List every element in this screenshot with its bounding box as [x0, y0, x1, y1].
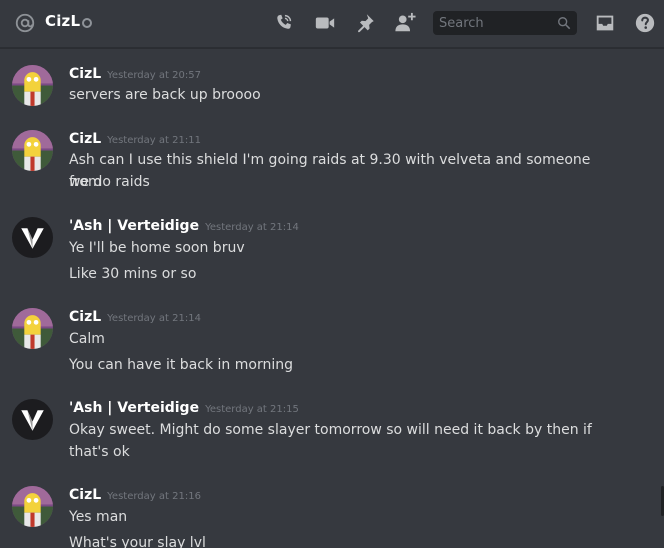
message-author[interactable]: 'Ash | Verteidige Yesterday at 21:14: [69, 218, 299, 234]
message-timestamp: Yesterday at 21:16: [107, 491, 201, 502]
message-author[interactable]: CizL Yesterday at 21:11: [69, 131, 201, 147]
message-timestamp: Yesterday at 20:57: [107, 70, 201, 81]
message-text: You can have it back in morning: [69, 357, 293, 373]
message-author[interactable]: CizL Yesterday at 21:16: [69, 487, 201, 503]
message-author[interactable]: CizL Yesterday at 20:57: [69, 66, 201, 82]
user-avatar-cizl[interactable]: [12, 130, 53, 171]
message-timestamp: Yesterday at 21:11: [107, 135, 201, 146]
message-text: Like 30 mins or so: [69, 266, 197, 282]
user-avatar-cizl[interactable]: [12, 65, 53, 106]
message-text: Yes man: [69, 509, 128, 525]
message-timestamp: Yesterday at 21:15: [205, 404, 299, 415]
message-text: Calm: [69, 331, 105, 347]
at-sign-icon: [15, 13, 35, 33]
user-avatar-cizl[interactable]: [12, 308, 53, 349]
message-group: CizL Yesterday at 21:11 Ash can I use thi…: [0, 130, 640, 196]
message-author[interactable]: 'Ash | Verteidige Yesterday at 21:15: [69, 400, 299, 416]
search-box[interactable]: [433, 11, 577, 35]
message-text: What's your slay lvl: [69, 535, 206, 548]
add-friends-to-dm-icon[interactable]: [394, 12, 416, 34]
message-timestamp: Yesterday at 21:14: [107, 313, 201, 324]
channel-name: CizL: [45, 12, 81, 30]
inbox-icon[interactable]: [594, 12, 616, 34]
message-author[interactable]: CizL Yesterday at 21:14: [69, 309, 201, 325]
user-avatar-cizl[interactable]: [12, 486, 53, 527]
message-list[interactable]: CizL Yesterday at 20:57 servers are back …: [0, 48, 664, 548]
message-group: CizL Yesterday at 21:14 Calm You can have…: [0, 308, 640, 374]
start-video-call-icon[interactable]: [314, 12, 336, 34]
message-text: we do raids: [69, 174, 150, 190]
help-icon[interactable]: [634, 12, 656, 34]
offline-status-icon: [82, 18, 92, 28]
message-text: that's ok: [69, 444, 130, 460]
pinned-messages-icon[interactable]: [354, 12, 376, 34]
message-group: CizL Yesterday at 20:57 servers are back …: [0, 65, 640, 115]
message-timestamp: Yesterday at 21:14: [205, 222, 299, 233]
user-avatar-ash[interactable]: [12, 399, 53, 440]
user-avatar-ash[interactable]: [12, 217, 53, 258]
search-input[interactable]: [433, 11, 553, 35]
message-group: 'Ash | Verteidige Yesterday at 21:14 Ye I…: [0, 217, 640, 283]
message-text: Okay sweet. Might do some slayer tomorro…: [69, 422, 592, 438]
message-text: servers are back up broooo: [69, 87, 261, 103]
channel-header: CizL: [0, 0, 664, 48]
start-voice-call-icon[interactable]: [273, 12, 295, 34]
message-text: Ye I'll be home soon bruv: [69, 240, 245, 256]
message-group: 'Ash | Verteidige Yesterday at 21:15 Okay…: [0, 399, 640, 465]
search-icon: [558, 17, 571, 30]
message-group: CizL Yesterday at 21:16 Yes man What's yo…: [0, 486, 640, 548]
